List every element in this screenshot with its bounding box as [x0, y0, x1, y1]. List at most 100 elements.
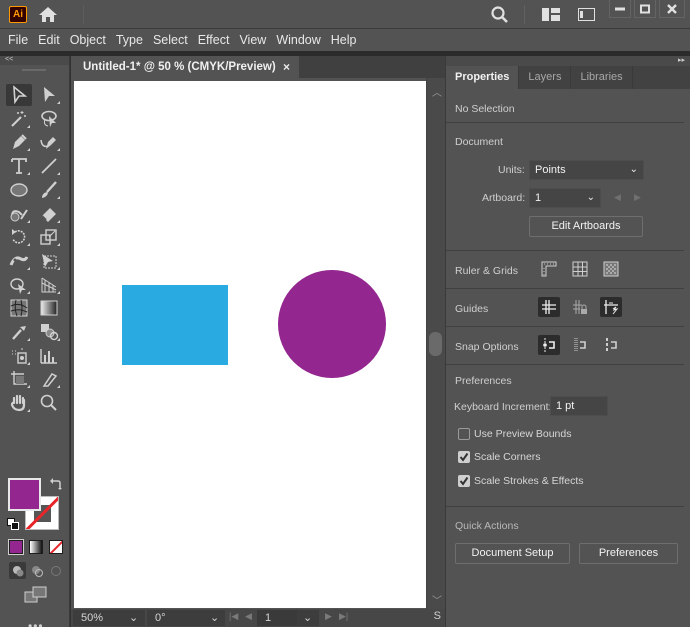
- tab-libraries[interactable]: Libraries: [571, 66, 633, 89]
- color-mode-button[interactable]: [8, 539, 24, 555]
- fill-color-swatch[interactable]: [8, 478, 41, 511]
- workspace-switcher-icon[interactable]: [578, 8, 595, 21]
- hand-tool[interactable]: [6, 392, 32, 414]
- menu-edit[interactable]: Edit: [38, 33, 60, 47]
- tab-properties[interactable]: Properties: [446, 66, 520, 89]
- menu-file[interactable]: File: [8, 33, 28, 47]
- last-artboard-icon[interactable]: ▶|: [339, 611, 348, 622]
- edit-artboards-button[interactable]: Edit Artboards: [529, 216, 643, 237]
- minimize-button[interactable]: [609, 0, 631, 18]
- toolbar-collapse-button[interactable]: <<: [0, 56, 69, 65]
- transparency-grid-button[interactable]: [600, 259, 622, 279]
- rotation-dropdown-icon[interactable]: ⌄: [205, 610, 225, 626]
- gradient-tool[interactable]: [36, 297, 62, 319]
- perspective-grid-tool[interactable]: [36, 274, 62, 296]
- use-preview-bounds-checkbox[interactable]: Use Preview Bounds: [458, 428, 571, 440]
- search-icon[interactable]: [490, 5, 510, 25]
- type-tool[interactable]: [6, 155, 32, 177]
- collapse-panel-icon[interactable]: ▸▸: [678, 56, 685, 64]
- previous-artboard-icon[interactable]: ◀: [614, 192, 621, 203]
- column-graph-tool[interactable]: [36, 345, 62, 367]
- artboard-dropdown-icon[interactable]: ⌄: [297, 610, 319, 626]
- scale-corners-checkbox[interactable]: Scale Corners: [458, 451, 541, 463]
- show-guides-button[interactable]: [538, 297, 560, 317]
- scrollbar-thumb[interactable]: [429, 332, 442, 356]
- edit-toolbar-icon[interactable]: •••: [28, 619, 44, 627]
- previous-artboard-icon[interactable]: ◀: [245, 611, 252, 622]
- slice-tool[interactable]: [36, 368, 62, 390]
- swap-fill-stroke-icon[interactable]: [50, 478, 62, 490]
- scroll-down-icon[interactable]: ﹀: [432, 592, 442, 607]
- vertical-scrollbar[interactable]: ︿ ﹀: [426, 78, 445, 609]
- symbol-sprayer-tool[interactable]: [6, 345, 32, 367]
- selection-tool[interactable]: [6, 84, 32, 106]
- status-menu-label[interactable]: S: [434, 610, 441, 622]
- eraser-tool[interactable]: [36, 203, 62, 225]
- zoom-tool[interactable]: [36, 392, 62, 414]
- next-artboard-icon[interactable]: ▶: [634, 192, 641, 203]
- first-artboard-icon[interactable]: |◀: [229, 611, 238, 622]
- snap-to-glyph-button[interactable]: [600, 335, 622, 355]
- keyboard-increment-field[interactable]: 1 pt: [550, 396, 608, 416]
- home-icon[interactable]: [38, 6, 58, 23]
- close-window-button[interactable]: [659, 0, 685, 18]
- default-fill-stroke-icon[interactable]: [7, 518, 19, 530]
- blend-tool[interactable]: [36, 321, 62, 343]
- snap-to-point-button[interactable]: [538, 335, 560, 355]
- menu-select[interactable]: Select: [153, 33, 188, 47]
- artboard-tool[interactable]: [6, 368, 32, 390]
- shape-builder-tool[interactable]: [6, 274, 32, 296]
- free-transform-tool[interactable]: [36, 250, 62, 272]
- toolbar-grip[interactable]: [22, 69, 46, 71]
- menu-view[interactable]: View: [239, 33, 266, 47]
- checkbox[interactable]: [458, 475, 470, 487]
- lock-guides-button[interactable]: [569, 297, 591, 317]
- rotate-tool[interactable]: [6, 226, 32, 248]
- blue-rectangle[interactable]: [122, 285, 228, 365]
- screen-mode-icon[interactable]: [24, 586, 48, 604]
- zoom-dropdown-icon[interactable]: ⌄: [123, 610, 145, 626]
- menu-object[interactable]: Object: [70, 33, 106, 47]
- purple-circle[interactable]: [278, 270, 386, 378]
- pen-tool[interactable]: [6, 131, 32, 153]
- scale-strokes-effects-checkbox[interactable]: Scale Strokes & Effects: [458, 475, 584, 487]
- eyedropper-tool[interactable]: [6, 321, 32, 343]
- menu-window[interactable]: Window: [276, 33, 320, 47]
- magic-wand-tool[interactable]: [6, 108, 32, 130]
- zoom-level-field[interactable]: 50%: [73, 610, 123, 626]
- gradient-mode-button[interactable]: [29, 540, 43, 554]
- canvas[interactable]: [71, 78, 426, 609]
- document-setup-button[interactable]: Document Setup: [455, 543, 570, 564]
- line-segment-tool[interactable]: [36, 155, 62, 177]
- snap-to-pixel-button[interactable]: [569, 335, 591, 355]
- checkbox[interactable]: [458, 428, 470, 440]
- ellipse-tool[interactable]: [6, 179, 32, 201]
- puppet-warp-tool[interactable]: [6, 250, 32, 272]
- direct-selection-tool[interactable]: [36, 84, 62, 106]
- draw-normal-button[interactable]: [9, 562, 26, 579]
- lasso-tool[interactable]: [36, 108, 62, 130]
- curvature-tool[interactable]: [36, 131, 62, 153]
- artboard-number-field[interactable]: 1: [257, 610, 297, 626]
- smart-guides-button[interactable]: [600, 297, 622, 317]
- maximize-button[interactable]: [634, 0, 656, 18]
- ruler-toggle-button[interactable]: [538, 259, 560, 279]
- grid-toggle-button[interactable]: [569, 259, 591, 279]
- artboard-dropdown[interactable]: 1 ⌄: [529, 188, 601, 208]
- scale-tool[interactable]: [36, 226, 62, 248]
- artboard[interactable]: [74, 81, 426, 608]
- checkbox[interactable]: [458, 451, 470, 463]
- mesh-tool[interactable]: [6, 297, 32, 319]
- rotation-field[interactable]: 0°: [147, 610, 205, 626]
- tab-layers[interactable]: Layers: [519, 66, 572, 89]
- close-tab-icon[interactable]: ×: [283, 60, 290, 74]
- arrange-documents-icon[interactable]: [542, 8, 560, 21]
- menu-type[interactable]: Type: [116, 33, 143, 47]
- paintbrush-tool[interactable]: [36, 179, 62, 201]
- menu-effect[interactable]: Effect: [198, 33, 230, 47]
- scroll-up-icon[interactable]: ︿: [432, 84, 442, 99]
- document-tab[interactable]: Untitled-1* @ 50 % (CMYK/Preview) ×: [73, 56, 298, 78]
- shaper-tool[interactable]: [6, 203, 32, 225]
- draw-inside-button[interactable]: [47, 562, 64, 579]
- menu-help[interactable]: Help: [331, 33, 357, 47]
